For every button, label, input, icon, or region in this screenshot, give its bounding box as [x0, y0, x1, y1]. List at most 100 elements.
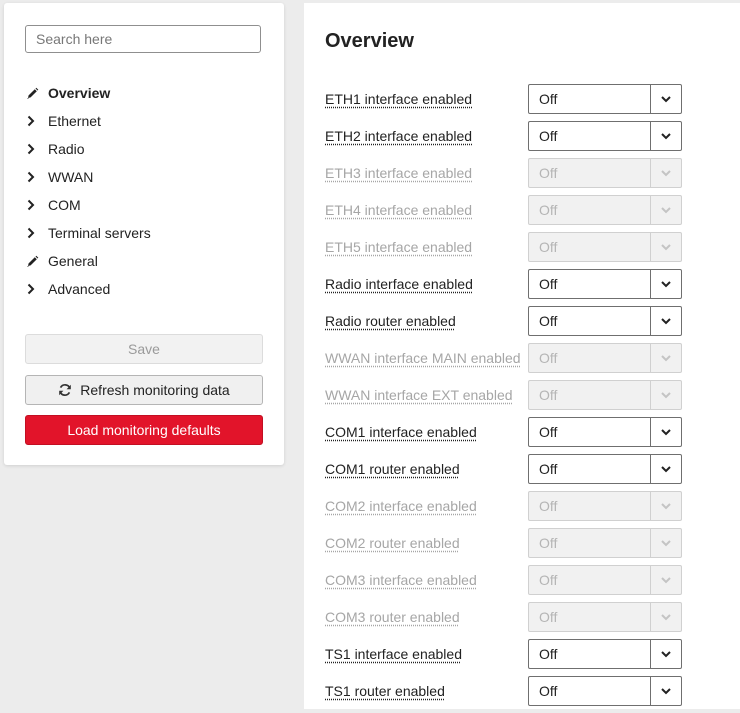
setting-row-eth3-interface-enabled: ETH3 interface enabled Off — [304, 158, 740, 195]
select-value: Off — [529, 455, 650, 483]
sidebar-item-ethernet[interactable]: Ethernet — [4, 107, 284, 135]
chevron-down-icon — [650, 85, 681, 113]
com1-interface-enabled-select[interactable]: Off — [528, 417, 682, 447]
refresh-monitoring-button[interactable]: Refresh monitoring data — [25, 375, 263, 405]
select-value: Off — [529, 85, 650, 113]
setting-label: COM1 interface enabled — [325, 424, 477, 440]
chevron-down-icon — [650, 529, 681, 557]
select-value: Off — [529, 122, 650, 150]
radio-router-enabled-select[interactable]: Off — [528, 306, 682, 336]
main-panel: Overview ETH1 interface enabled Off ETH2 i… — [304, 3, 740, 709]
select-value: Off — [529, 233, 650, 261]
select-value: Off — [529, 159, 650, 187]
load-defaults-label: Load monitoring defaults — [67, 422, 220, 438]
chevron-down-icon — [650, 307, 681, 335]
com3-router-enabled-select: Off — [528, 602, 682, 632]
com1-router-enabled-select[interactable]: Off — [528, 454, 682, 484]
setting-label: COM3 interface enabled — [325, 572, 477, 588]
setting-row-com1-interface-enabled: COM1 interface enabled Off — [304, 417, 740, 454]
chevron-down-icon — [650, 196, 681, 224]
setting-row-eth1-interface-enabled: ETH1 interface enabled Off — [304, 84, 740, 121]
com2-interface-enabled-select: Off — [528, 491, 682, 521]
chevron-down-icon — [650, 677, 681, 705]
select-value: Off — [529, 677, 650, 705]
page-title: Overview — [325, 30, 414, 53]
select-value: Off — [529, 492, 650, 520]
sidebar-nav: Overview Ethernet Radio WWAN COM Terminal ser… — [4, 79, 284, 303]
sidebar-item-label: Advanced — [48, 281, 110, 297]
chevron-right-icon — [26, 199, 48, 211]
save-button[interactable]: Save — [25, 334, 263, 364]
chevron-right-icon — [26, 115, 48, 127]
setting-label: TS1 router enabled — [325, 683, 445, 699]
chevron-down-icon — [650, 492, 681, 520]
setting-label: Radio router enabled — [325, 313, 456, 329]
select-value: Off — [529, 270, 650, 298]
ts1-router-enabled-select[interactable]: Off — [528, 676, 682, 706]
setting-row-wwan-interface-main-enabled: WWAN interface MAIN enabled Off — [304, 343, 740, 380]
chevron-down-icon — [650, 122, 681, 150]
com3-interface-enabled-select: Off — [528, 565, 682, 595]
setting-row-radio-interface-enabled: Radio interface enabled Off — [304, 269, 740, 306]
sidebar-item-overview[interactable]: Overview — [4, 79, 284, 107]
setting-label: COM2 interface enabled — [325, 498, 477, 514]
sidebar-item-radio[interactable]: Radio — [4, 135, 284, 163]
setting-label: ETH4 interface enabled — [325, 202, 472, 218]
search-input[interactable] — [25, 25, 261, 53]
sidebar-item-label: Radio — [48, 141, 85, 157]
chevron-down-icon — [650, 418, 681, 446]
select-value: Off — [529, 529, 650, 557]
select-value: Off — [529, 307, 650, 335]
setting-row-wwan-interface-ext-enabled: WWAN interface EXT enabled Off — [304, 380, 740, 417]
radio-interface-enabled-select[interactable]: Off — [528, 269, 682, 299]
refresh-icon — [58, 383, 72, 397]
setting-row-com3-router-enabled: COM3 router enabled Off — [304, 602, 740, 639]
setting-label: WWAN interface EXT enabled — [325, 387, 513, 403]
settings-list: ETH1 interface enabled Off ETH2 interface … — [304, 84, 740, 713]
setting-label: ETH3 interface enabled — [325, 165, 472, 181]
setting-label: ETH2 interface enabled — [325, 128, 472, 144]
chevron-down-icon — [650, 159, 681, 187]
chevron-right-icon — [26, 283, 48, 295]
sidebar-item-terminal-servers[interactable]: Terminal servers — [4, 219, 284, 247]
sidebar-item-label: Ethernet — [48, 113, 101, 129]
eth3-interface-enabled-select: Off — [528, 158, 682, 188]
setting-row-eth5-interface-enabled: ETH5 interface enabled Off — [304, 232, 740, 269]
chevron-down-icon — [650, 566, 681, 594]
setting-label: Radio interface enabled — [325, 276, 473, 292]
refresh-button-label: Refresh monitoring data — [80, 382, 229, 398]
eth2-interface-enabled-select[interactable]: Off — [528, 121, 682, 151]
chevron-down-icon — [650, 344, 681, 372]
ts1-interface-enabled-select[interactable]: Off — [528, 639, 682, 669]
sidebar-item-general[interactable]: General — [4, 247, 284, 275]
select-value: Off — [529, 196, 650, 224]
select-value: Off — [529, 640, 650, 668]
save-button-label: Save — [128, 341, 160, 357]
sidebar-item-com[interactable]: COM — [4, 191, 284, 219]
setting-row-ts1-interface-enabled: TS1 interface enabled Off — [304, 639, 740, 676]
chevron-down-icon — [650, 381, 681, 409]
setting-row-com1-router-enabled: COM1 router enabled Off — [304, 454, 740, 491]
chevron-down-icon — [650, 233, 681, 261]
setting-row-com3-interface-enabled: COM3 interface enabled Off — [304, 565, 740, 602]
sidebar-item-advanced[interactable]: Advanced — [4, 275, 284, 303]
chevron-down-icon — [650, 640, 681, 668]
chevron-down-icon — [650, 455, 681, 483]
sidebar-item-label: General — [48, 253, 98, 269]
select-value: Off — [529, 603, 650, 631]
chevron-right-icon — [26, 143, 48, 155]
setting-row-ts1-router-enabled: TS1 router enabled Off — [304, 676, 740, 713]
sidebar-item-label: COM — [48, 197, 81, 213]
load-monitoring-defaults-button[interactable]: Load monitoring defaults — [25, 415, 263, 445]
setting-label: COM3 router enabled — [325, 609, 460, 625]
com2-router-enabled-select: Off — [528, 528, 682, 558]
eth1-interface-enabled-select[interactable]: Off — [528, 84, 682, 114]
wwan-interface-main-enabled-select: Off — [528, 343, 682, 373]
chevron-right-icon — [26, 171, 48, 183]
select-value: Off — [529, 344, 650, 372]
pencil-icon — [26, 87, 48, 100]
setting-row-com2-interface-enabled: COM2 interface enabled Off — [304, 491, 740, 528]
eth5-interface-enabled-select: Off — [528, 232, 682, 262]
select-value: Off — [529, 566, 650, 594]
sidebar-item-wwan[interactable]: WWAN — [4, 163, 284, 191]
